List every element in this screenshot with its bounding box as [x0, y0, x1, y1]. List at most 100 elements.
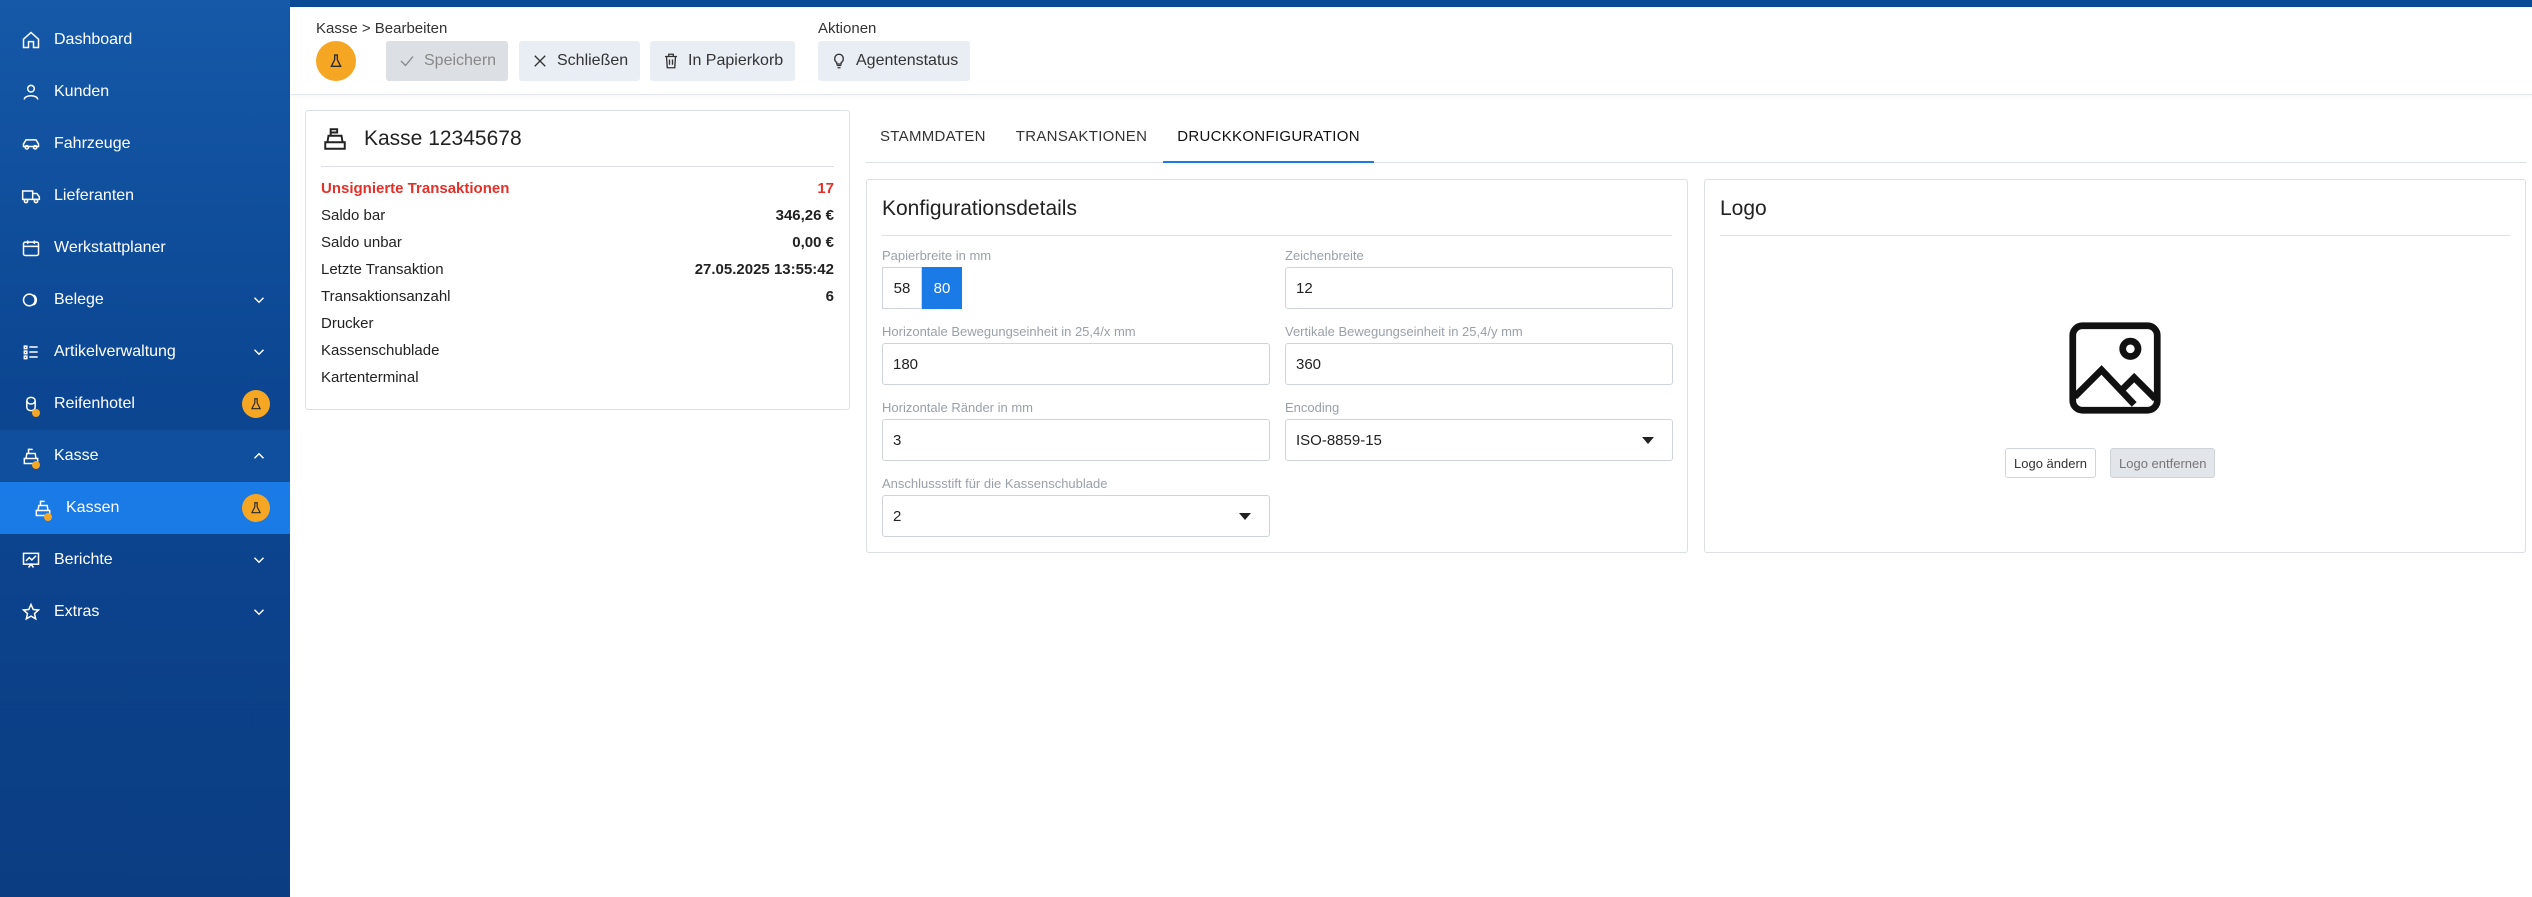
lightbulb-icon	[834, 53, 844, 69]
paper-width-label: Papierbreite in mm	[882, 248, 992, 263]
breadcrumb: Kasse > Bearbeiten	[316, 20, 448, 37]
paper-width-option-80[interactable]: 80	[922, 267, 962, 309]
register-row-cash-drawer: Kassenschublade	[306, 337, 849, 364]
tab-bar: STAMMDATEN TRANSAKTIONEN DRUCKKONFIGURAT…	[866, 118, 2526, 163]
sidebar: Dashboard Kunden Fahrzeuge Lieferanten W…	[0, 0, 290, 897]
register-row-cash-balance: Saldo bar 346,26 €	[306, 202, 849, 229]
tire-icon	[20, 393, 42, 417]
chevron-up-icon[interactable]	[250, 447, 268, 465]
agent-status-button-label: Agentenstatus	[856, 52, 959, 69]
sidebar-item-belege[interactable]: Belege	[0, 274, 290, 326]
row-label: Unsignierte Transaktionen	[321, 180, 510, 197]
status-dot	[32, 461, 40, 469]
sidebar-item-label: Kasse	[54, 447, 99, 464]
sidebar-item-berichte[interactable]: Berichte	[0, 534, 290, 586]
sidebar-item-extras[interactable]: Extras	[0, 586, 290, 638]
close-button[interactable]: Schließen	[519, 41, 641, 81]
v-motion-input[interactable]: 360	[1285, 343, 1673, 385]
logo-title: Logo	[1720, 197, 1767, 220]
encoding-select[interactable]: ISO-8859-15	[1285, 419, 1673, 461]
image-placeholder-icon	[2067, 320, 2163, 416]
drawer-pin-label: Anschlussstift für die Kassenschublade	[882, 476, 1108, 491]
save-button-label: Speichern	[424, 52, 497, 69]
change-logo-button[interactable]: Logo ändern	[2005, 448, 2097, 478]
char-width-field: Zeichenbreite 12	[1285, 248, 1673, 309]
h-motion-input[interactable]: 180	[882, 343, 1270, 385]
paper-width-toggle: 58 80	[882, 267, 1270, 309]
logo-panel: Logo Logo ändern Logo entfernen	[1704, 179, 2526, 553]
chevron-down-icon[interactable]	[250, 551, 268, 569]
register-title: Kasse 12345678	[364, 126, 522, 150]
h-margins-input[interactable]: 3	[882, 419, 1270, 461]
tab-druckkonfiguration[interactable]: DRUCKKONFIGURATION	[1163, 118, 1374, 163]
sidebar-item-fahrzeuge[interactable]: Fahrzeuge	[0, 118, 290, 170]
agent-status-button[interactable]: Agentenstatus	[818, 41, 971, 81]
star-icon	[20, 601, 42, 623]
sidebar-item-lieferanten[interactable]: Lieferanten	[0, 170, 290, 222]
trash-button[interactable]: In Papierkorb	[650, 41, 796, 81]
sidebar-item-kasse[interactable]: Kasse	[0, 430, 290, 482]
row-label: Kartenterminal	[321, 369, 419, 386]
row-label: Drucker	[321, 315, 374, 332]
encoding-label: Encoding	[1285, 400, 1340, 415]
sidebar-item-reifenhotel[interactable]: Reifenhotel	[0, 378, 290, 430]
check-icon	[400, 56, 414, 67]
save-button[interactable]: Speichern	[386, 41, 509, 81]
sidebar-item-label: Berichte	[54, 551, 113, 568]
sidebar-item-dashboard[interactable]: Dashboard	[0, 14, 290, 66]
status-dot	[32, 409, 40, 417]
sidebar-item-label: Artikelverwaltung	[54, 343, 176, 360]
user-icon	[20, 81, 42, 103]
sidebar-item-label: Extras	[54, 603, 100, 620]
status-dot	[44, 513, 52, 521]
cash-register-icon	[324, 127, 346, 150]
paper-width-option-58[interactable]: 58	[882, 267, 922, 309]
cash-register-icon	[32, 497, 54, 521]
sidebar-item-kassen[interactable]: Kassen	[0, 482, 290, 534]
sidebar-item-artikelverwaltung[interactable]: Artikelverwaltung	[0, 326, 290, 378]
row-label: Transaktionsanzahl	[321, 288, 451, 305]
divider	[882, 235, 1672, 236]
row-value: 0,00 €	[792, 234, 834, 251]
row-value: 27.05.2025 13:55:42	[694, 261, 834, 278]
drawer-pin-select[interactable]: 2	[882, 495, 1270, 537]
sidebar-item-werkstattplaner[interactable]: Werkstattplaner	[0, 222, 290, 274]
h-motion-label: Horizontale Bewegungseinheit in 25,4/x m…	[882, 324, 1136, 339]
h-margins-field: Horizontale Ränder in mm 3	[882, 400, 1270, 461]
trash-button-label: In Papierkorb	[688, 52, 784, 69]
chevron-down-icon[interactable]	[250, 343, 268, 361]
config-title: Konfigurationsdetails	[882, 197, 1077, 220]
sidebar-item-label: Kassen	[66, 499, 120, 516]
car-icon	[20, 133, 42, 155]
home-icon	[20, 29, 42, 51]
row-label: Letzte Transaktion	[321, 261, 444, 278]
flask-icon	[242, 494, 270, 522]
coins-icon	[20, 289, 42, 311]
trash-icon	[665, 53, 677, 69]
tab-transaktionen[interactable]: TRANSAKTIONEN	[1002, 118, 1161, 163]
register-row-unsigned: Unsignierte Transaktionen 17	[306, 175, 849, 202]
sidebar-item-label: Fahrzeuge	[54, 135, 131, 152]
char-width-input[interactable]: 12	[1285, 267, 1673, 309]
tab-stammdaten[interactable]: STAMMDATEN	[866, 118, 1000, 163]
register-row-noncash-balance: Saldo unbar 0,00 €	[306, 229, 849, 256]
chevron-down-icon[interactable]	[250, 291, 268, 309]
cash-register-icon	[20, 445, 42, 469]
row-label: Saldo unbar	[321, 234, 402, 251]
calendar-icon	[20, 237, 42, 259]
chevron-down-icon[interactable]	[250, 603, 268, 621]
h-motion-field: Horizontale Bewegungseinheit in 25,4/x m…	[882, 324, 1270, 385]
remove-logo-button[interactable]: Logo entfernen	[2110, 448, 2216, 478]
h-margins-label: Horizontale Ränder in mm	[882, 400, 1034, 415]
sidebar-item-kunden[interactable]: Kunden	[0, 66, 290, 118]
sidebar-item-label: Kunden	[54, 83, 110, 100]
v-motion-field: Vertikale Bewegungseinheit in 25,4/y mm …	[1285, 324, 1673, 385]
register-row-printer: Drucker	[306, 310, 849, 337]
caret-down-icon	[1642, 436, 1654, 444]
sidebar-item-label: Reifenhotel	[54, 395, 135, 412]
toolbar: Kasse > Bearbeiten Speichern Schließen I…	[290, 7, 2532, 95]
list-icon	[20, 341, 42, 363]
char-width-label: Zeichenbreite	[1285, 248, 1364, 263]
v-motion-label: Vertikale Bewegungseinheit in 25,4/y mm	[1285, 324, 1523, 339]
caret-down-icon	[1239, 512, 1251, 520]
